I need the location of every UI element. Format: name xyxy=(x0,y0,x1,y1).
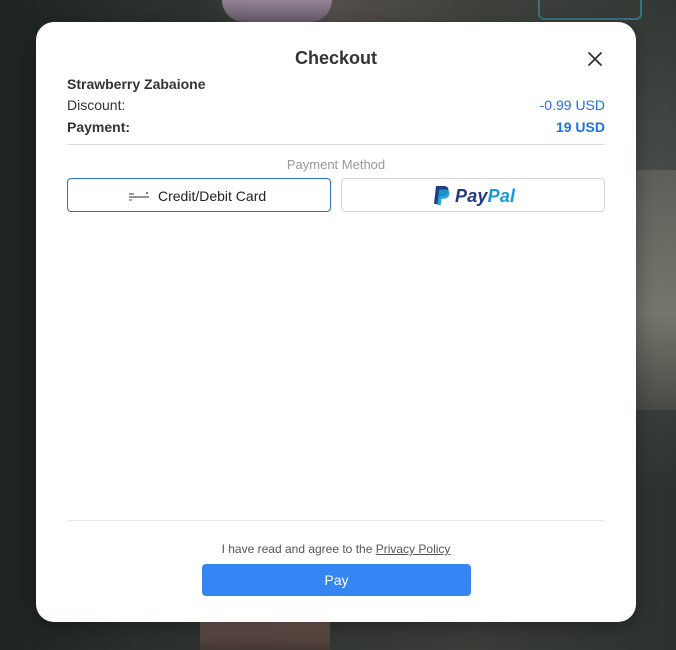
pay-button[interactable]: Pay xyxy=(202,564,471,596)
credit-card-option-button[interactable]: Credit/Debit Card xyxy=(67,178,331,212)
paypal-wordmark-pal: Pal xyxy=(487,185,516,206)
background-wall-panel xyxy=(636,170,676,410)
discount-label: Discount: xyxy=(67,97,126,113)
payment-value: 19 USD xyxy=(555,119,605,135)
footer-divider xyxy=(67,520,605,521)
background-hud-bracket xyxy=(538,0,642,20)
divider xyxy=(67,144,605,145)
paypal-wordmark-pay: Pay xyxy=(455,185,488,206)
payment-label: Payment: xyxy=(67,119,131,135)
close-icon xyxy=(584,48,606,70)
product-name: Strawberry Zabaione xyxy=(67,76,206,92)
credit-card-label: Credit/Debit Card xyxy=(158,188,267,204)
discount-row: Discount: -0.99 USD xyxy=(67,97,605,115)
agreement-text: I have read and agree to the xyxy=(221,542,376,556)
privacy-policy-link[interactable]: Privacy Policy xyxy=(376,542,451,556)
payment-row: Payment: 19 USD xyxy=(67,119,605,137)
paypal-wordmark: PayPal xyxy=(455,186,515,207)
privacy-agreement: I have read and agree to the Privacy Pol… xyxy=(36,542,636,556)
modal-title: Checkout xyxy=(294,48,377,68)
payment-method-label: Payment Method xyxy=(286,157,386,172)
background-character-hair xyxy=(222,0,332,22)
close-button[interactable] xyxy=(584,48,606,70)
credit-card-icon xyxy=(128,190,150,202)
paypal-logo-icon xyxy=(432,185,452,207)
discount-value: -0.99 USD xyxy=(539,97,605,113)
background-character-legs xyxy=(200,620,330,650)
checkout-modal: Checkout Strawberry Zabaione Discount: -… xyxy=(36,22,636,622)
paypal-option-button[interactable]: PayPal xyxy=(341,178,605,212)
